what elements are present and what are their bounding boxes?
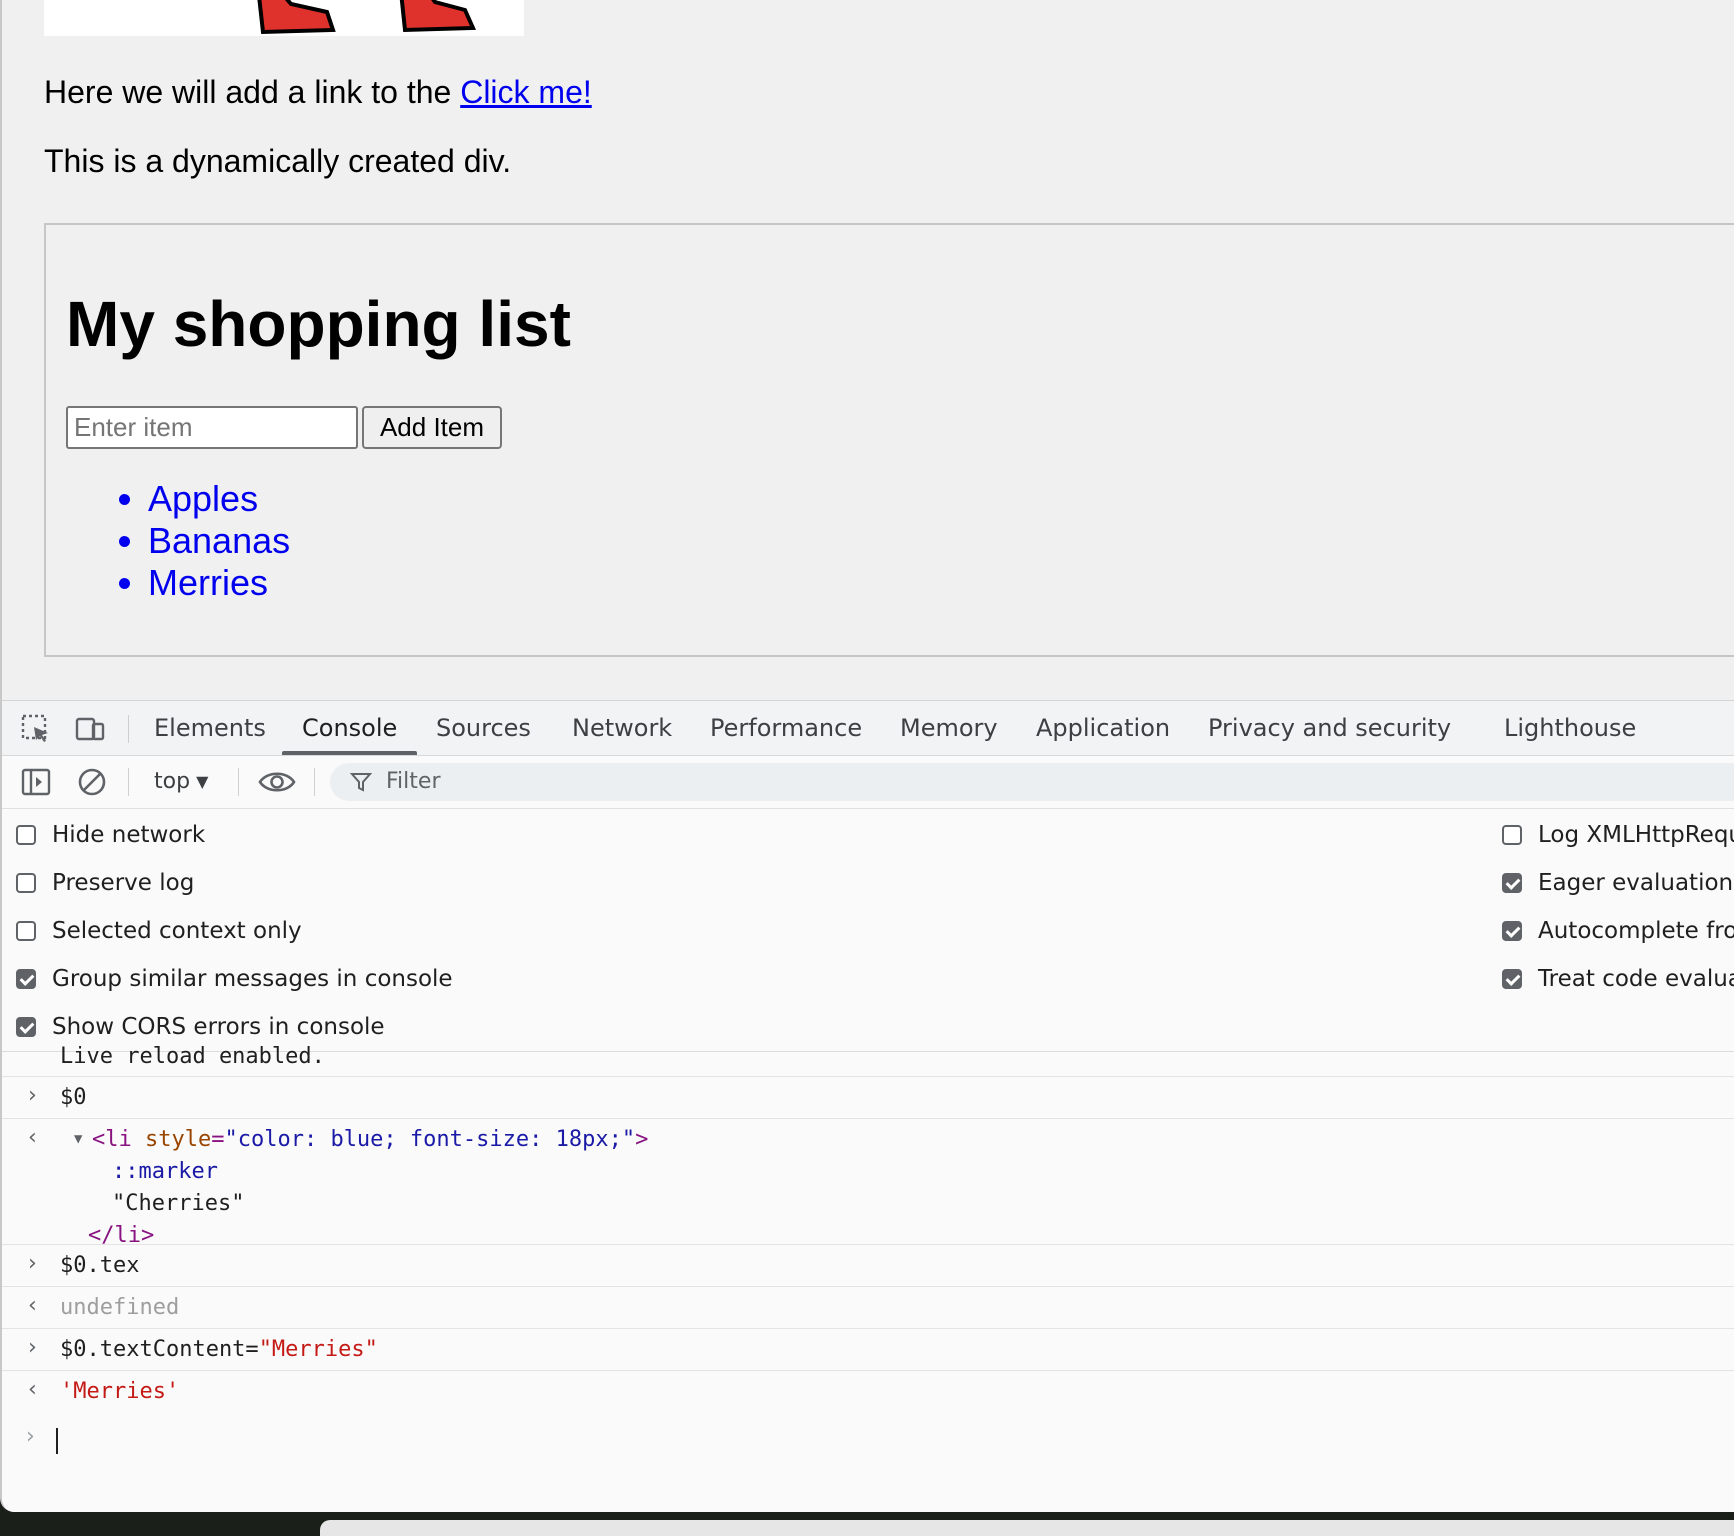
list-item: Bananas (148, 520, 290, 562)
device-toolbar-icon[interactable] (74, 713, 106, 745)
console-output-row: ‹ undefined (2, 1287, 1734, 1329)
list-item: Merries (148, 562, 290, 604)
chevron-right-icon: › (28, 1335, 37, 1360)
live-expression-eye-icon[interactable] (258, 766, 296, 798)
tab-elements[interactable]: Elements (154, 701, 266, 755)
tab-network[interactable]: Network (572, 701, 672, 755)
context-label: top (154, 769, 191, 794)
horizontal-scrollbar[interactable] (320, 1520, 1734, 1536)
chevron-right-icon: › (28, 1251, 37, 1276)
filter-placeholder: Filter (386, 769, 441, 794)
hero-image (44, 0, 524, 36)
console-output-row: ‹ 'Merries' (2, 1371, 1734, 1412)
shopping-list: Apples Bananas Merries (106, 478, 290, 604)
console-input-row: › $0.textContent="Merries" (2, 1329, 1734, 1371)
console-input-row: › $0.tex (2, 1245, 1734, 1287)
context-selector[interactable]: top ▼ (154, 756, 208, 808)
tab-lighthouse[interactable]: Lighthouse (1504, 701, 1636, 755)
marker-pseudo-element: ::marker (112, 1159, 218, 1184)
console-prompt[interactable]: › (2, 1414, 1734, 1464)
tab-sources[interactable]: Sources (436, 701, 531, 755)
paragraph-text: Here we will add a link to the (44, 74, 452, 110)
checkbox-checked[interactable] (1502, 921, 1522, 941)
shopping-list-title: My shopping list (66, 288, 571, 360)
devtools-tab-bar: Elements Console Sources Network Perform… (2, 701, 1734, 756)
checkbox[interactable] (16, 873, 36, 893)
tab-memory[interactable]: Memory (900, 701, 998, 755)
tab-console[interactable]: Console (281, 701, 418, 755)
text-cursor (56, 1428, 58, 1454)
element-open-tag[interactable]: <li style="color: blue; font-size: 18px;… (92, 1127, 648, 1152)
checkbox-checked[interactable] (1502, 873, 1522, 893)
return-arrow-icon: ‹ (28, 1377, 37, 1402)
expand-triangle-icon[interactable]: ▼ (74, 1131, 82, 1147)
chevron-right-icon: › (28, 1083, 37, 1108)
red-boot-icon (257, 0, 336, 35)
tab-performance[interactable]: Performance (710, 701, 862, 755)
item-input[interactable] (66, 406, 358, 449)
console-output: Live reload enabled. › $0 ‹ ▼ <li style=… (2, 1044, 1734, 1512)
filter-icon (350, 773, 372, 792)
prompt-chevron-icon: › (26, 1424, 35, 1449)
tab-application[interactable]: Application (1036, 701, 1170, 755)
shopping-list-container: My shopping list Add Item Apples Bananas… (44, 223, 1734, 657)
browser-window: Here we will add a link to the Click me!… (0, 0, 1734, 1512)
toolbar-separator (128, 768, 129, 796)
clear-console-icon[interactable] (76, 766, 108, 798)
click-me-link[interactable]: Click me! (460, 74, 592, 110)
console-toolbar: top ▼ Filter (2, 756, 1734, 809)
tab-separator (128, 715, 129, 743)
red-boot-icon (399, 0, 477, 33)
list-item: Apples (148, 478, 290, 520)
console-log-row: Live reload enabled. (2, 1044, 1734, 1077)
filter-input[interactable]: Filter (330, 763, 1734, 801)
checkbox-checked[interactable] (16, 1017, 36, 1037)
element-text-node: "Cherries" (112, 1191, 245, 1216)
input-expression: $0 (60, 1085, 87, 1110)
console-output-row: ‹ ▼ <li style="color: blue; font-size: 1… (2, 1119, 1734, 1248)
add-item-button[interactable]: Add Item (362, 406, 502, 449)
toolbar-separator (314, 768, 315, 796)
return-arrow-icon: ‹ (28, 1125, 37, 1150)
checkbox[interactable] (16, 825, 36, 845)
link-paragraph: Here we will add a link to the Click me! (44, 74, 592, 111)
toolbar-separator (238, 768, 239, 796)
output-value: undefined (60, 1295, 180, 1320)
return-arrow-icon: ‹ (28, 1293, 37, 1318)
checkbox-checked[interactable] (1502, 969, 1522, 989)
input-expression: $0.tex (60, 1253, 140, 1278)
input-expression: $0.textContent="Merries" (60, 1337, 378, 1362)
inspect-element-icon[interactable] (20, 713, 52, 745)
console-settings-pane: Hide network Preserve log Selected conte… (2, 809, 1734, 1052)
checkbox-checked[interactable] (16, 969, 36, 989)
output-value: 'Merries' (60, 1379, 180, 1404)
checkbox[interactable] (1502, 825, 1522, 845)
console-input-row: › $0 (2, 1077, 1734, 1119)
dynamic-div-text: This is a dynamically created div. (44, 143, 512, 179)
checkbox[interactable] (16, 921, 36, 941)
caret-down-icon: ▼ (196, 772, 209, 791)
devtools-panel: Elements Console Sources Network Perform… (2, 700, 1734, 1512)
sidebar-toggle-icon[interactable] (20, 766, 52, 798)
tab-privacy-and-security[interactable]: Privacy and security (1208, 701, 1451, 755)
page-viewport: Here we will add a link to the Click me!… (2, 0, 1734, 700)
log-message: Live reload enabled. (60, 1044, 325, 1069)
